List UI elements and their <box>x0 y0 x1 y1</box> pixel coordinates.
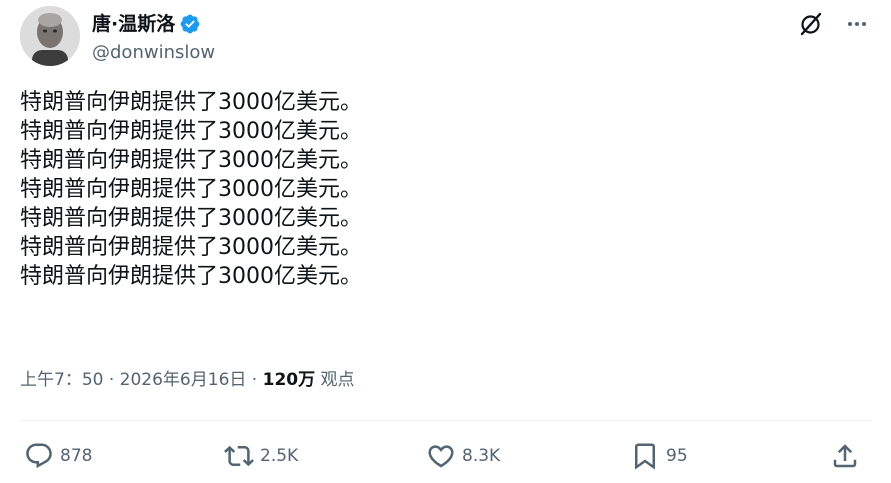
like-count: 8.3K <box>462 446 501 466</box>
bookmark-button[interactable]: 95 <box>630 438 688 474</box>
share-button[interactable] <box>830 438 860 474</box>
tweet-text-line: 特朗普向伊朗提供了3000亿美元。 <box>20 206 362 231</box>
bookmark-count: 95 <box>666 446 688 466</box>
tweet-text: 特朗普向伊朗提供了3000亿美元。 特朗普向伊朗提供了3000亿美元。 特朗普向… <box>20 88 871 291</box>
tweet-text-line: 特朗普向伊朗提供了3000亿美元。 <box>20 177 362 202</box>
reply-count: 878 <box>60 446 93 466</box>
tweet-text-line: 特朗普向伊朗提供了3000亿美元。 <box>20 264 362 289</box>
grok-icon[interactable] <box>797 10 825 38</box>
tweet-header: 唐·温斯洛 @donwinslow <box>20 4 871 68</box>
repost-button[interactable]: 2.5K <box>224 438 298 474</box>
bookmark-icon <box>630 441 660 471</box>
divider <box>20 420 871 421</box>
reply-icon <box>24 441 54 471</box>
header-actions <box>797 10 871 38</box>
repost-count: 2.5K <box>260 446 299 466</box>
tweet-date[interactable]: 2026年6月16日 <box>120 370 247 390</box>
tweet-text-line: 特朗普向伊朗提供了3000亿美元。 <box>20 235 362 260</box>
views-count[interactable]: 120万 <box>263 370 316 390</box>
tweet-text-line: 特朗普向伊朗提供了3000亿美元。 <box>20 148 362 173</box>
display-name[interactable]: 唐·温斯洛 <box>92 12 175 36</box>
like-icon <box>426 441 456 471</box>
tweet-time[interactable]: 上午7：50 <box>20 370 103 390</box>
reply-button[interactable]: 878 <box>24 438 92 474</box>
meta-separator: · <box>103 370 120 390</box>
meta-separator: · <box>246 370 263 390</box>
more-icon[interactable] <box>843 10 871 38</box>
avatar[interactable] <box>20 6 80 66</box>
action-bar: 878 2.5K 8.3K 95 <box>20 438 871 478</box>
author-names: 唐·温斯洛 @donwinslow <box>92 12 215 64</box>
repost-icon <box>224 441 254 471</box>
like-button[interactable]: 8.3K <box>426 438 500 474</box>
tweet-meta: 上午7：50 · 2026年6月16日 · 120万 观点 <box>20 368 355 392</box>
display-name-row: 唐·温斯洛 <box>92 12 215 36</box>
share-icon <box>830 441 860 471</box>
views-label: 观点 <box>320 370 355 390</box>
tweet-text-line: 特朗普向伊朗提供了3000亿美元。 <box>20 90 362 115</box>
tweet-text-line: 特朗普向伊朗提供了3000亿美元。 <box>20 119 362 144</box>
author-handle[interactable]: @donwinslow <box>92 42 215 64</box>
verified-badge-icon[interactable] <box>179 13 201 35</box>
